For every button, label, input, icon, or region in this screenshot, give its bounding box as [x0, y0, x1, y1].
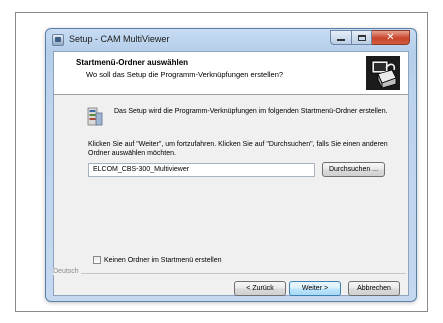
close-button[interactable]: ✕ — [372, 30, 410, 45]
instruction-text: Klicken Sie auf "Weiter", um fortzufahre… — [88, 141, 388, 157]
close-icon: ✕ — [386, 31, 395, 43]
footer-divider — [76, 273, 406, 274]
no-folder-checkbox-label[interactable]: Keinen Ordner im Startmenü erstellen — [104, 257, 222, 264]
no-folder-checkbox[interactable] — [93, 256, 101, 264]
startmenu-folder-icon — [87, 107, 103, 127]
page-title: Startmenü-Ordner auswählen — [76, 58, 189, 67]
back-button[interactable]: < Zurück — [234, 281, 286, 296]
folder-name-input[interactable]: ELCOM_CBS-300_Multiviewer — [88, 163, 315, 177]
title-bar[interactable]: Setup - CAM MultiViewer ✕ — [46, 29, 416, 51]
no-folder-option[interactable]: Keinen Ordner im Startmenü erstellen — [93, 256, 222, 264]
maximize-icon — [357, 34, 366, 41]
setup-window: Setup - CAM MultiViewer ✕ Startmenü-Ordn… — [45, 28, 417, 302]
setup-computer-box-icon — [366, 56, 400, 90]
cancel-button[interactable]: Abbrechen — [348, 281, 400, 296]
next-button[interactable]: Weiter > — [289, 281, 341, 296]
window-title: Setup - CAM MultiViewer — [69, 34, 170, 44]
window-controls: ✕ — [330, 30, 410, 46]
language-label: Deutsch — [53, 268, 81, 275]
page-subtitle: Wo soll das Setup die Programm-Verknüpfu… — [86, 70, 284, 79]
maximize-button[interactable] — [352, 30, 372, 45]
wizard-client-area: Startmenü-Ordner auswählen Wo soll das S… — [53, 51, 409, 296]
browse-button[interactable]: Durchsuchen ... — [322, 162, 385, 177]
minimize-button[interactable] — [330, 30, 352, 45]
minimize-icon — [337, 39, 345, 41]
setup-app-icon[interactable] — [52, 34, 64, 46]
wizard-header: Startmenü-Ordner auswählen Wo soll das S… — [54, 52, 408, 95]
intro-text: Das Setup wird die Programm-Verknüpfunge… — [114, 108, 388, 115]
